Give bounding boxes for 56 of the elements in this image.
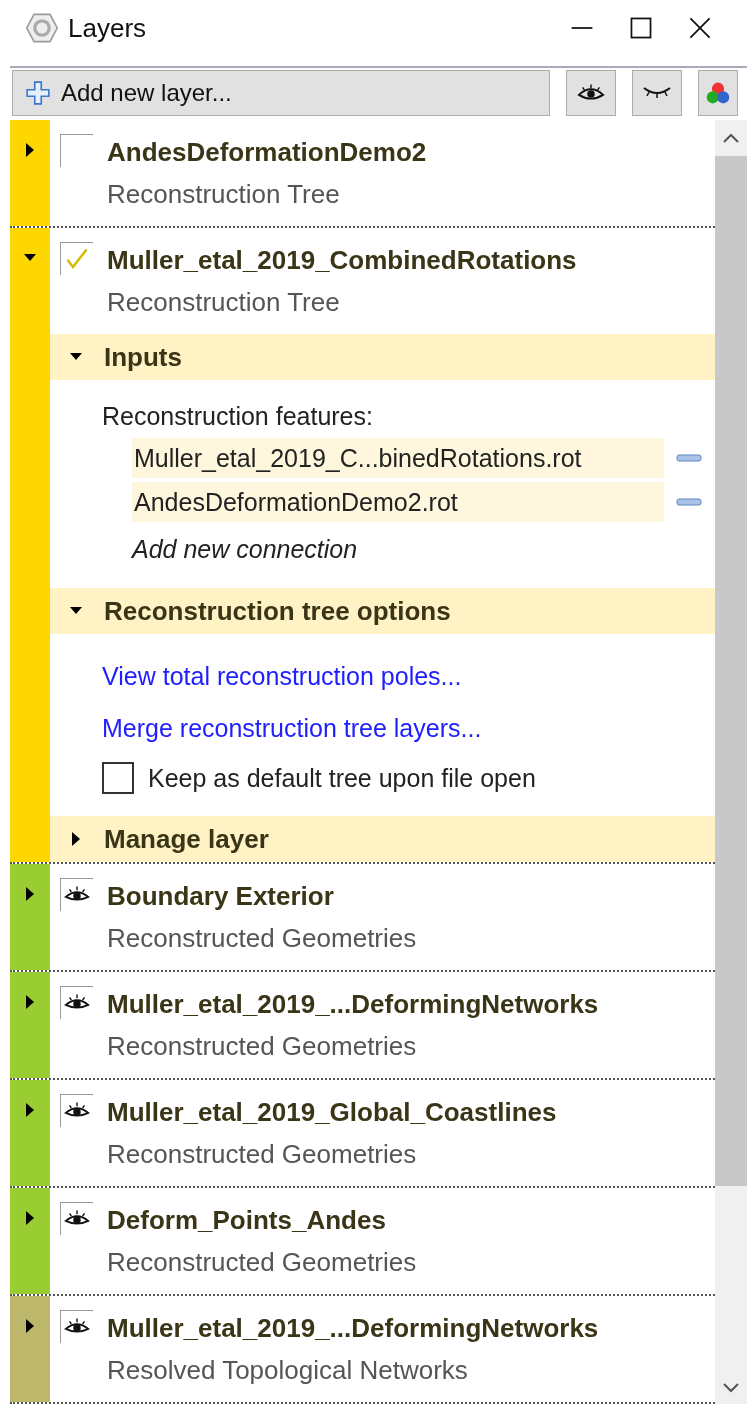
app-logo-icon xyxy=(26,12,58,44)
colour-button[interactable] xyxy=(698,70,738,116)
visibility-checkbox[interactable] xyxy=(60,134,93,167)
visibility-checkbox[interactable] xyxy=(60,242,93,275)
visibility-eye-icon[interactable] xyxy=(60,1202,93,1235)
hide-all-button[interactable] xyxy=(632,70,682,116)
expand-arrow-icon[interactable] xyxy=(24,994,36,1010)
layer-name: Deform_Points_Andes xyxy=(107,1204,387,1237)
add-connection-link[interactable]: Add new connection xyxy=(102,526,715,572)
add-layer-button[interactable]: Add new layer... xyxy=(12,70,550,116)
scrollbar[interactable] xyxy=(715,120,747,1404)
section-header[interactable]: Reconstruction tree options xyxy=(50,588,715,634)
visibility-eye-icon[interactable] xyxy=(60,1310,93,1343)
remove-icon[interactable] xyxy=(676,453,702,463)
circles-icon xyxy=(704,80,732,106)
visibility-eye-icon[interactable] xyxy=(60,1094,93,1127)
checkbox[interactable] xyxy=(102,762,134,794)
visibility-eye-icon[interactable] xyxy=(60,878,93,911)
layer-name: Muller_etal_2019_Global_Coastlines xyxy=(107,1096,557,1129)
option-link[interactable]: View total reconstruction poles... xyxy=(102,662,462,690)
expand-arrow-icon[interactable] xyxy=(24,886,36,902)
window-title: Layers xyxy=(68,12,147,44)
expand-arrow-icon[interactable] xyxy=(24,142,36,158)
scroll-down-icon[interactable] xyxy=(721,1382,741,1394)
layer-type: Reconstruction Tree xyxy=(107,178,341,211)
layer-name: Muller_etal_2019_...DeformingNetworks xyxy=(107,1312,599,1345)
layer-type: Reconstructed Geometries xyxy=(107,1030,418,1063)
layer-name: Boundary Exterior xyxy=(107,880,335,913)
section-header[interactable]: Inputs xyxy=(50,334,715,380)
layer-type: Reconstructed Geometries xyxy=(107,1138,418,1171)
close-icon[interactable] xyxy=(687,15,713,41)
scroll-up-icon[interactable] xyxy=(721,132,741,144)
layer-type: Resolved Topological Networks xyxy=(107,1354,469,1387)
expand-arrow-icon[interactable] xyxy=(24,1318,36,1334)
scrollbar-thumb[interactable] xyxy=(715,156,747,1186)
expand-arrow-icon[interactable] xyxy=(24,1210,36,1226)
layer-type: Reconstructed Geometries xyxy=(107,922,417,955)
option-link[interactable]: Merge reconstruction tree layers... xyxy=(102,714,482,742)
layer-name: Muller_etal_2019_CombinedRotations xyxy=(107,244,577,277)
checkbox-label: Keep as default tree upon file open xyxy=(148,763,536,794)
closed-eye-icon xyxy=(643,87,671,99)
show-all-button[interactable] xyxy=(566,70,616,116)
plus-icon xyxy=(25,80,51,106)
maximize-icon[interactable] xyxy=(628,15,654,41)
section-header[interactable]: Manage layer xyxy=(50,816,715,862)
input-label: Reconstruction features: xyxy=(102,401,374,432)
layer-type: Reconstruction Tree xyxy=(107,286,341,319)
layer-name: Muller_etal_2019_...DeformingNetworks xyxy=(107,988,599,1021)
expand-arrow-icon[interactable] xyxy=(24,1102,36,1118)
input-file[interactable]: Muller_etal_2019_C...binedRotations.rot xyxy=(132,438,664,478)
remove-icon[interactable] xyxy=(676,497,702,507)
layer-name: AndesDeformationDemo2 xyxy=(107,136,427,169)
layer-type: Reconstructed Geometries xyxy=(107,1246,417,1279)
input-file[interactable]: AndesDeformationDemo2.rot xyxy=(132,482,664,522)
expand-arrow-icon xyxy=(70,832,82,846)
visibility-eye-icon[interactable] xyxy=(60,986,93,1019)
